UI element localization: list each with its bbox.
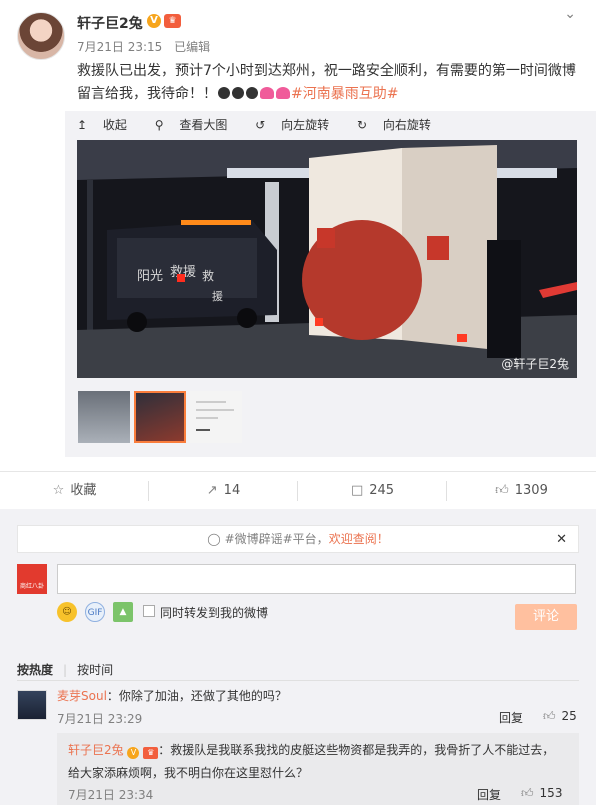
- image-upload-icon[interactable]: ▲: [113, 602, 133, 622]
- repost-icon: ↗: [206, 483, 218, 498]
- collapse-button[interactable]: ↥ 收起: [77, 116, 139, 133]
- topic-link[interactable]: #河南暴雨互助#: [291, 86, 398, 102]
- collapse-label: 收起: [102, 118, 127, 132]
- edited-label: 已编辑: [174, 40, 211, 54]
- commenter-avatar[interactable]: [17, 690, 47, 720]
- sort-by-time-tab[interactable]: 按时间: [77, 663, 113, 677]
- rotate-right-label: 向右旋转: [382, 118, 431, 132]
- close-icon[interactable]: ✕: [556, 526, 567, 553]
- like-count: 1309: [514, 483, 548, 498]
- submit-comment-button[interactable]: 评论: [515, 604, 577, 630]
- heart-emoji-icon: [276, 87, 290, 99]
- thumbs-up-icon: 👍︎: [521, 786, 534, 800]
- rotate-left-button[interactable]: ↺ 向左旋转: [255, 116, 341, 133]
- comment-button[interactable]: □ 245: [298, 472, 447, 510]
- commenter-logo[interactable]: 商红八卦: [17, 564, 47, 594]
- view-large-label: 查看大图: [179, 118, 228, 132]
- heart-emoji-icon: [260, 87, 274, 99]
- sun-emoji-icon: [218, 87, 230, 99]
- image-toolbar: ↥ 收起 ⚲ 查看大图 ↺ 向左旋转 ↻ 向右旋转: [77, 116, 455, 133]
- rotate-right-icon: ↻: [356, 118, 367, 132]
- reply-time: 7月21日 23:34: [68, 788, 154, 802]
- repost-button[interactable]: ↗ 14: [149, 472, 298, 510]
- post-actions-bar: ☆ 收藏 ↗ 14 □ 245 👍︎ 1309: [0, 471, 596, 509]
- reply-text-line-1: ：救援队是我联系我找的皮艇这些物资都是我弄的，我骨折了人不能过去，: [158, 743, 555, 757]
- reply-content: 轩子巨2兔 V ♛ ：救援队是我联系我找的皮艇这些物资都是我弄的，我骨折了人不能过…: [68, 739, 568, 785]
- sort-by-hot-tab[interactable]: 按热度: [17, 663, 53, 677]
- verified-badge-icon: V: [127, 747, 140, 759]
- comment-time: 7月21日 23:29: [57, 712, 143, 726]
- thumbnail[interactable]: [78, 391, 130, 443]
- rotate-right-button[interactable]: ↻ 向右旋转: [357, 116, 443, 133]
- rescue-vehicles-photo: 阳光 救援 救 援: [77, 140, 577, 378]
- comment-count: 245: [369, 483, 395, 498]
- thumbs-up-icon: 👍︎: [495, 483, 509, 498]
- thumbnail[interactable]: [190, 391, 242, 443]
- divider: [17, 680, 579, 681]
- collapse-icon: ↥: [77, 118, 88, 132]
- star-icon: ☆: [52, 483, 65, 498]
- notice-icon: ◯: [207, 532, 221, 546]
- verified-badge-icon: V: [147, 14, 161, 28]
- reply-like-count: 153: [539, 786, 563, 800]
- rotate-left-icon: ↺: [255, 118, 266, 132]
- author-avatar[interactable]: [17, 12, 65, 60]
- comment-like-button[interactable]: 👍︎ 25: [543, 709, 577, 724]
- emoji-picker-icon[interactable]: ☺: [57, 602, 77, 622]
- comment-icon: □: [350, 483, 364, 498]
- comment-input[interactable]: [57, 564, 576, 594]
- commenter-name[interactable]: 麦芽Soul: [57, 689, 107, 703]
- repost-checkbox-label[interactable]: 同时转发到我的微博: [160, 604, 268, 621]
- favorite-label: 收藏: [70, 483, 97, 498]
- vip-crown-icon: ♛: [164, 14, 181, 28]
- notice-link[interactable]: 欢迎查阅！: [329, 532, 389, 546]
- zoom-icon: ⚲: [154, 118, 164, 132]
- van-label-3: 救: [202, 268, 214, 283]
- favorite-button[interactable]: ☆ 收藏: [0, 472, 149, 510]
- van-label-4: 援: [212, 289, 223, 303]
- tab-separator: |: [63, 663, 68, 677]
- author-name[interactable]: 轩子巨2兔: [77, 13, 143, 33]
- rumor-notice-bar: ◯ #微博辟谣#平台，欢迎查阅！ ✕: [17, 525, 579, 553]
- thumbnail-selected[interactable]: [134, 391, 186, 443]
- photo-watermark: @轩子巨2兔: [501, 357, 569, 371]
- post-timestamp[interactable]: 7月21日 23:15 已编辑: [77, 38, 210, 55]
- main-photo[interactable]: 阳光 救援 救 援 @轩子巨2兔: [77, 140, 577, 378]
- post-time-text[interactable]: 7月21日 23:15: [77, 40, 162, 54]
- vip-crown-icon: ♛: [143, 747, 159, 759]
- notice-text[interactable]: #微博辟谣#平台，: [225, 532, 329, 546]
- sort-tabs: 按热度 | 按时间: [17, 661, 113, 678]
- repost-count: 14: [223, 483, 241, 498]
- van-label-1: 阳光: [137, 269, 163, 284]
- sun-emoji-icon: [246, 87, 258, 99]
- view-large-button[interactable]: ⚲ 查看大图: [155, 116, 240, 133]
- reply-button[interactable]: 回复: [499, 709, 523, 726]
- thumbs-up-icon: 👍︎: [543, 709, 556, 723]
- like-button[interactable]: 👍︎ 1309: [447, 472, 596, 510]
- comment-text: ：你除了加油，还做了其他的吗？: [106, 689, 287, 703]
- gif-icon[interactable]: GIF: [85, 602, 105, 622]
- chevron-down-icon[interactable]: ⌄: [564, 6, 576, 22]
- reply-button[interactable]: 回复: [477, 786, 501, 803]
- rotate-left-label: 向左旋转: [281, 118, 330, 132]
- comment-like-count: 25: [561, 709, 577, 723]
- post-text: 救援队已出发，预计7个小时到达郑州，祝一路安全顺利，有需要的第一时间微博留言给我…: [77, 60, 577, 106]
- comment-content: 麦芽Soul：你除了加油，还做了其他的吗？: [57, 687, 287, 704]
- reply-author-name[interactable]: 轩子巨2兔: [68, 743, 124, 757]
- repost-checkbox[interactable]: [143, 605, 155, 617]
- reply-text-line-2: 给大家添麻烦啊，我不明白你在这里怼什么？: [68, 766, 309, 780]
- sun-emoji-icon: [232, 87, 244, 99]
- reply-like-button[interactable]: 👍︎ 153: [521, 786, 562, 801]
